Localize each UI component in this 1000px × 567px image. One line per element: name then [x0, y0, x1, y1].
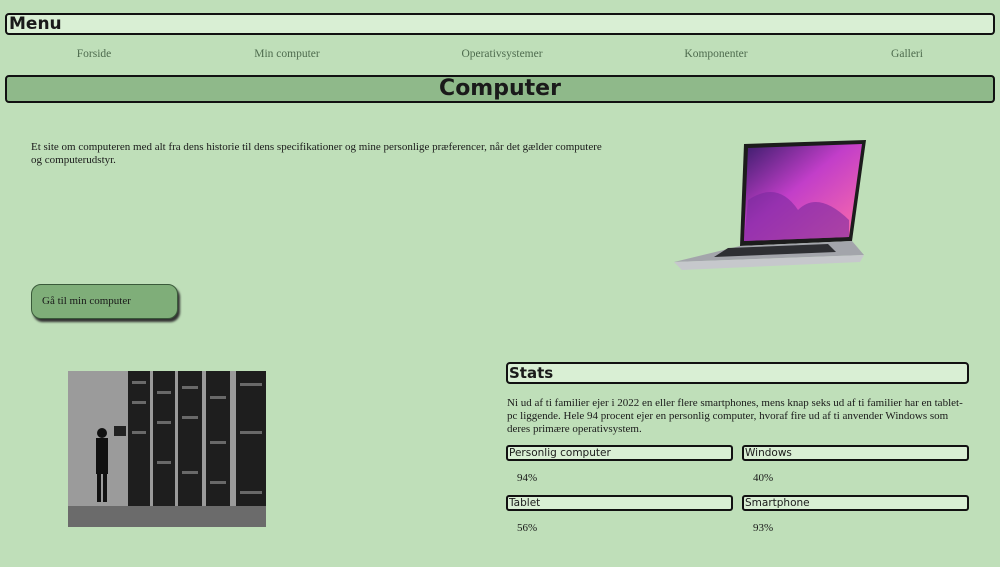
stat-label-personal-computer: Personlig computer [506, 445, 733, 461]
nav-link-komponenter[interactable]: Komponenter [684, 48, 747, 60]
stat-label-smartphone: Smartphone [742, 495, 969, 511]
nav-link-operativsystemer[interactable]: Operativsystemer [461, 48, 542, 60]
server-room-photo [68, 371, 266, 527]
stat-label-tablet: Tablet [506, 495, 733, 511]
main-nav: Forside Min computer Operativsystemer Ko… [0, 48, 1000, 62]
stat-value-personal-computer: 94% [517, 472, 538, 484]
intro-text: Et site om computeren med alt fra dens h… [31, 141, 602, 166]
stat-value-windows: 40% [753, 472, 774, 484]
page-title: Computer [5, 75, 995, 103]
nav-link-galleri[interactable]: Galleri [891, 48, 923, 60]
nav-link-min-computer[interactable]: Min computer [254, 48, 319, 60]
stats-heading: Stats [506, 362, 969, 384]
go-to-my-computer-button[interactable]: Gå til min computer [31, 284, 178, 319]
stat-label-windows: Windows [742, 445, 969, 461]
stat-value-tablet: 56% [517, 522, 538, 534]
nav-link-forside[interactable]: Forside [77, 48, 112, 60]
stat-value-smartphone: 93% [753, 522, 774, 534]
menu-header: Menu [5, 13, 995, 35]
stats-description: Ni ud af ti familier ejer i 2022 en elle… [507, 397, 963, 435]
laptop-image [674, 140, 866, 270]
